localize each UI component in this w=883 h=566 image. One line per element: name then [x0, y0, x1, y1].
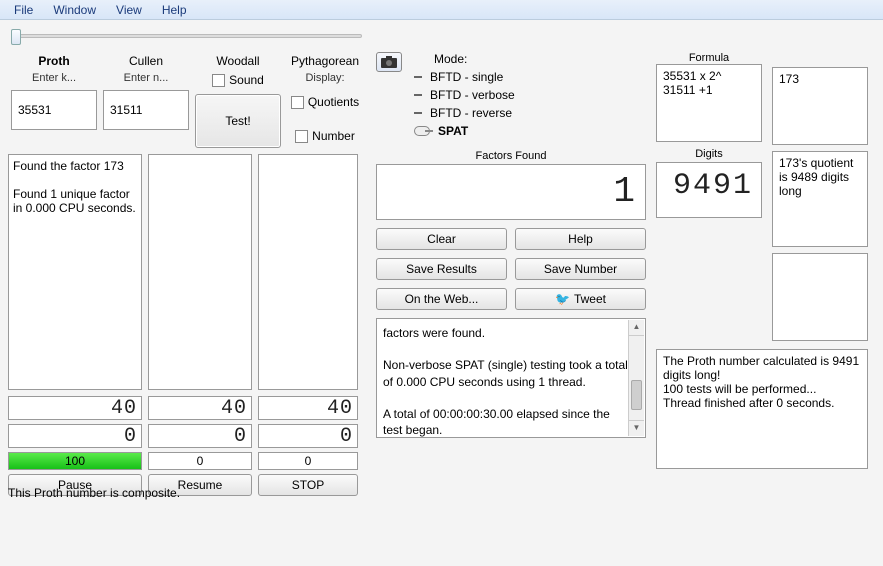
log-box-3[interactable] — [258, 154, 358, 390]
checkbox-sound-label: Sound — [229, 73, 264, 87]
twitter-icon: 🐦 — [555, 292, 570, 306]
scroll-up-icon[interactable]: ▲ — [629, 320, 644, 336]
lcd-b: 40 — [148, 396, 252, 420]
digits-display: 9491 — [656, 162, 762, 218]
lcd-c: 40 — [258, 396, 358, 420]
mode-bftd-reverse[interactable]: BFTD - reverse — [414, 104, 646, 122]
on-the-web-button[interactable]: On the Web... — [376, 288, 507, 310]
top-slider-thumb[interactable] — [11, 29, 21, 45]
checkbox-number-label: Number — [312, 129, 355, 143]
menu-help[interactable]: Help — [152, 1, 197, 19]
mid-log[interactable]: factors were found. Non-verbose SPAT (si… — [376, 318, 646, 438]
lcd-zb: 0 — [148, 424, 252, 448]
input-n[interactable]: 31511 — [103, 90, 189, 130]
log-box-2[interactable] — [148, 154, 252, 390]
formula-label: Formula — [656, 52, 762, 64]
top-number-box[interactable]: 173 — [772, 67, 868, 145]
mode-bftd-verbose[interactable]: BFTD - verbose — [414, 86, 646, 104]
status-bar: This Proth number is composite. — [8, 486, 180, 500]
scroll-down-icon[interactable]: ▼ — [629, 420, 644, 436]
menubar: File Window View Help — [0, 0, 883, 20]
save-results-button[interactable]: Save Results — [376, 258, 507, 280]
factors-found-display: 1 — [376, 164, 646, 220]
tweet-button[interactable]: 🐦Tweet — [515, 288, 646, 310]
mode-spat[interactable]: SPAT — [414, 122, 646, 140]
lcd-za: 0 — [8, 424, 142, 448]
menu-file[interactable]: File — [4, 1, 43, 19]
help-button[interactable]: Help — [515, 228, 646, 250]
camera-icon[interactable] — [376, 52, 402, 72]
label-enter-n: Enter n... — [124, 70, 169, 86]
input-k[interactable]: 35531 — [11, 90, 97, 130]
lcd-zc: 0 — [258, 424, 358, 448]
top-slider[interactable] — [12, 34, 362, 38]
progress-a: 100 — [8, 452, 142, 470]
checkbox-sound[interactable]: Sound — [212, 73, 264, 87]
mode-label: Mode: — [434, 52, 646, 66]
label-enter-k: Enter k... — [32, 70, 76, 86]
tab-cullen[interactable]: Cullen — [129, 52, 163, 70]
factors-found-label: Factors Found — [376, 150, 646, 162]
digits-label: Digits — [656, 148, 762, 160]
menu-view[interactable]: View — [106, 1, 152, 19]
mid-log-scrollbar[interactable]: ▲ ▼ — [628, 320, 644, 436]
scroll-thumb[interactable] — [631, 380, 642, 410]
tab-pythagorean[interactable]: Pythagorean — [291, 52, 359, 70]
factor-log[interactable]: Found the factor 173 Found 1 unique fact… — [8, 154, 142, 390]
right-log[interactable]: The Proth number calculated is 9491 digi… — [656, 349, 868, 469]
stop-button[interactable]: STOP — [258, 474, 358, 496]
tab-proth[interactable]: Proth — [38, 52, 69, 70]
clear-button[interactable]: Clear — [376, 228, 507, 250]
progress-b: 0 — [148, 452, 252, 470]
save-number-button[interactable]: Save Number — [515, 258, 646, 280]
test-button[interactable]: Test! — [195, 94, 281, 148]
menu-window[interactable]: Window — [43, 1, 106, 19]
empty-box[interactable] — [772, 253, 868, 341]
checkbox-quotients[interactable]: Quotients — [291, 95, 359, 109]
label-display: Display: — [305, 70, 344, 86]
checkbox-quotients-label: Quotients — [308, 95, 359, 109]
formula-box[interactable]: 35531 x 2^ 31511 +1 — [656, 64, 762, 142]
mode-bftd-single[interactable]: BFTD - single — [414, 68, 646, 86]
tab-woodall[interactable]: Woodall — [216, 52, 259, 70]
checkbox-number[interactable]: Number — [295, 129, 355, 143]
lcd-a: 40 — [8, 396, 142, 420]
quotient-box[interactable]: 173's quotient is 9489 digits long — [772, 151, 868, 247]
progress-c: 0 — [258, 452, 358, 470]
